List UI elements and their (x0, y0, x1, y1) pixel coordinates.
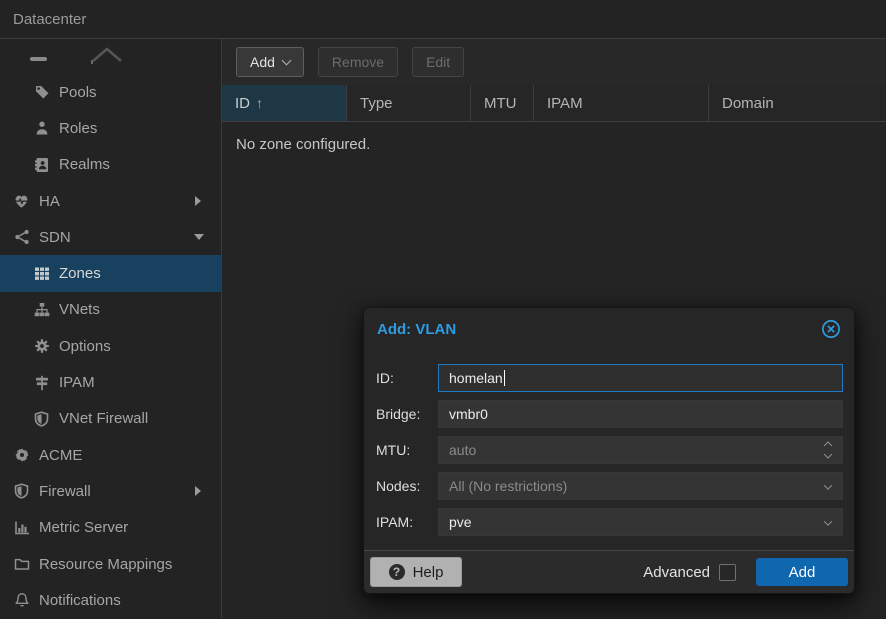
zones-table-header: ID ↑ Type MTU IPAM Domain (222, 85, 886, 122)
bridge-field-label: Bridge: (376, 406, 438, 422)
sidebar-item-zones[interactable]: Zones (0, 255, 221, 291)
sidebar-item-resource-mappings[interactable]: Resource Mappings (0, 546, 221, 582)
sidebar-item-label: Realms (59, 156, 110, 173)
dialog-footer: ? Help Advanced Add (364, 550, 854, 593)
sidebar-item-notifications[interactable]: Notifications (0, 582, 221, 618)
sidebar-item-label: Pools (59, 84, 97, 101)
sidebar-item-label: Notifications (39, 592, 121, 609)
proxmox-app: Datacenter Pools Roles (0, 0, 886, 619)
advanced-checkbox[interactable] (719, 564, 736, 581)
sidebar-item-metric-server[interactable]: Metric Server (0, 510, 221, 546)
sidebar-item-label: VNets (59, 301, 100, 318)
shield-icon (32, 411, 51, 427)
chevron-down-icon (281, 55, 291, 65)
sidebar-item-realms[interactable]: Realms (0, 147, 221, 183)
column-header-type[interactable]: Type (347, 85, 471, 121)
dialog-title: Add: VLAN (377, 321, 821, 338)
user-icon (32, 120, 51, 136)
add-button[interactable]: Add (236, 47, 304, 77)
sidebar-item-label: VNet Firewall (59, 410, 148, 427)
help-button-label: Help (413, 564, 444, 581)
text-cursor (504, 370, 505, 386)
expand-down-icon[interactable] (194, 234, 204, 240)
sidebar-item-ipam[interactable]: IPAM (0, 364, 221, 400)
expand-right-icon[interactable] (195, 196, 201, 206)
close-icon[interactable] (821, 319, 841, 339)
remove-button[interactable]: Remove (318, 47, 398, 77)
address-book-icon (32, 157, 51, 173)
sidebar-nav: Pools Roles Realms HA (0, 39, 222, 618)
edit-button-label: Edit (426, 54, 450, 70)
column-header-domain[interactable]: Domain (709, 85, 886, 121)
zones-toolbar: Add Remove Edit (222, 39, 886, 85)
add-vlan-dialog: Add: VLAN ID: homelan Bridge: vmbr0 MTU: (363, 307, 855, 594)
advanced-label: Advanced (643, 564, 710, 581)
sidebar-item-label: Zones (59, 265, 101, 282)
heartbeat-icon (12, 193, 31, 209)
empty-table-message: No zone configured. (222, 122, 886, 167)
id-field-label: ID: (376, 370, 438, 386)
bridge-input[interactable]: vmbr0 (438, 400, 843, 428)
nodes-dropdown[interactable]: All (No restrictions) (438, 472, 843, 500)
column-header-mtu[interactable]: MTU (471, 85, 534, 121)
ipam-dropdown[interactable]: pve (438, 508, 843, 536)
column-header-ipam[interactable]: IPAM (534, 85, 709, 121)
page-title: Datacenter (13, 11, 86, 28)
sidebar-item-label: Resource Mappings (39, 556, 172, 573)
sort-asc-icon: ↑ (256, 95, 263, 111)
help-button[interactable]: ? Help (370, 557, 462, 587)
sidebar-item-options[interactable]: Options (0, 328, 221, 364)
bar-chart-icon (12, 520, 31, 536)
column-header-id[interactable]: ID ↑ (222, 85, 347, 121)
sidebar-item-vnet-firewall[interactable]: VNet Firewall (0, 401, 221, 437)
ipam-field-label: IPAM: (376, 514, 438, 530)
gear-icon (32, 338, 51, 354)
chevron-down-icon[interactable] (825, 476, 831, 492)
sidebar-item-label: Firewall (39, 483, 91, 500)
sidebar-item-label: IPAM (59, 374, 95, 391)
sidebar-item-vnets[interactable]: VNets (0, 292, 221, 328)
sidebar-item-label: Options (59, 338, 111, 355)
clipped-icon (30, 57, 47, 61)
signpost-icon (32, 375, 51, 391)
grid-icon (32, 266, 51, 281)
sidebar-item-sdn[interactable]: SDN (0, 219, 221, 255)
add-button-label: Add (250, 54, 275, 70)
expand-right-icon[interactable] (195, 486, 201, 496)
id-input[interactable]: homelan (438, 364, 843, 392)
sidebar-item-label: Metric Server (39, 519, 128, 536)
certificate-icon (12, 447, 31, 463)
edit-button[interactable]: Edit (412, 47, 464, 77)
sidebar-item-label: Roles (59, 120, 97, 137)
tag-icon (32, 84, 51, 100)
sidebar-item-firewall[interactable]: Firewall (0, 473, 221, 509)
mtu-spinner[interactable]: auto (438, 436, 843, 464)
page-header: Datacenter (0, 0, 886, 39)
remove-button-label: Remove (332, 54, 384, 70)
sidebar-item-acme[interactable]: ACME (0, 437, 221, 473)
mtu-field-label: MTU: (376, 442, 438, 458)
sidebar-item-clipped[interactable] (0, 39, 221, 74)
network-icon (12, 229, 31, 245)
chevron-down-icon[interactable] (825, 512, 831, 528)
sitemap-icon (32, 302, 51, 318)
sidebar-item-roles[interactable]: Roles (0, 110, 221, 146)
sidebar-item-label: SDN (39, 229, 71, 246)
sidebar-item-label: HA (39, 193, 60, 210)
question-mark-icon: ? (389, 564, 405, 580)
dialog-form: ID: homelan Bridge: vmbr0 MTU: auto (364, 350, 854, 536)
dialog-header[interactable]: Add: VLAN (364, 308, 854, 350)
folder-icon (12, 556, 31, 572)
sidebar-item-ha[interactable]: HA (0, 183, 221, 219)
nodes-field-label: Nodes: (376, 478, 438, 494)
sidebar-item-pools[interactable]: Pools (0, 74, 221, 110)
chevron-up-icon (90, 47, 124, 63)
shield-icon (12, 483, 31, 499)
bell-icon (12, 592, 31, 608)
sidebar-item-label: ACME (39, 447, 82, 464)
dialog-add-button-label: Add (789, 564, 816, 581)
dialog-add-button[interactable]: Add (756, 558, 848, 586)
spinner-arrows-icon[interactable] (825, 443, 831, 458)
